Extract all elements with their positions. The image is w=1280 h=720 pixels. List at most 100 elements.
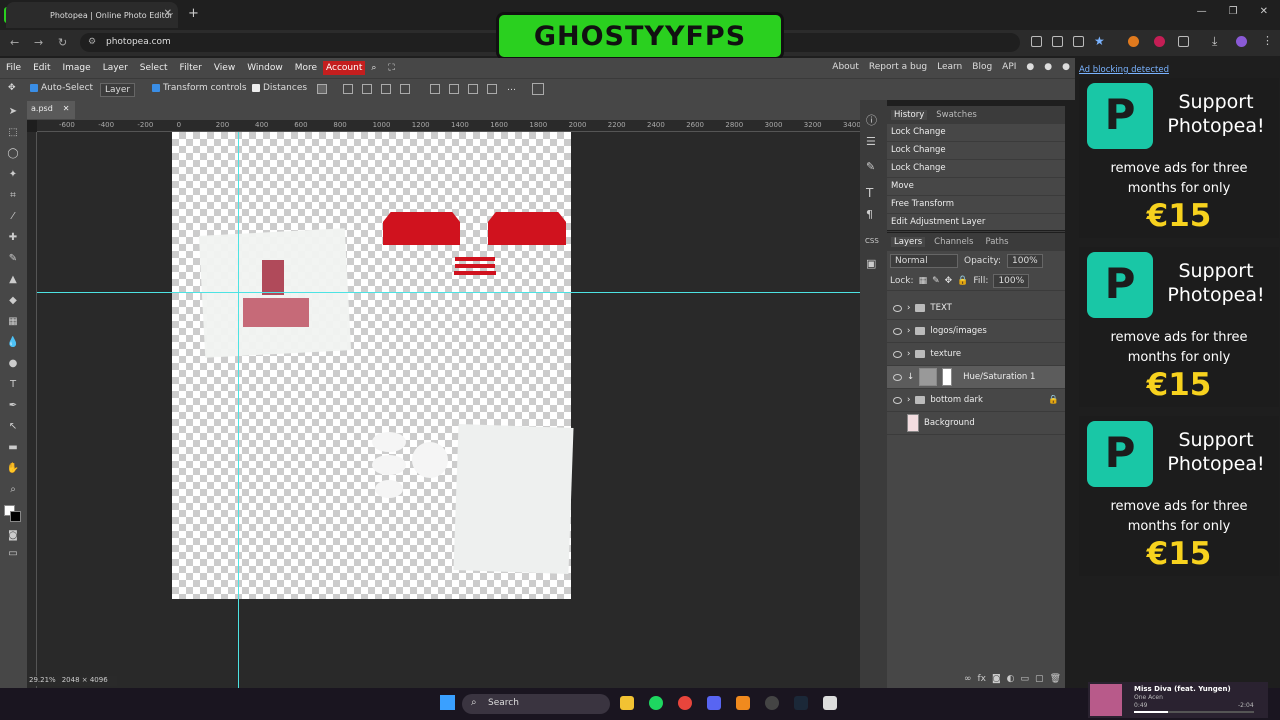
transform-controls-checkbox[interactable]: [152, 84, 160, 92]
lock-transparency-icon[interactable]: ▦: [919, 276, 928, 286]
visibility-icon[interactable]: [893, 304, 902, 312]
grid-icon[interactable]: [532, 83, 544, 95]
tab-paths[interactable]: Paths: [982, 237, 1011, 247]
new-tab-icon[interactable]: +: [188, 6, 199, 21]
healing-brush-icon[interactable]: ✚: [6, 232, 20, 246]
close-window-icon[interactable]: ✕: [1260, 6, 1268, 17]
windows-start-icon[interactable]: [440, 695, 455, 710]
transform-controls-option[interactable]: Transform controls: [152, 83, 247, 93]
eyedropper-icon[interactable]: ⁄: [6, 211, 20, 225]
blur-tool-icon[interactable]: 💧: [6, 337, 20, 351]
mask-thumbnail[interactable]: [942, 368, 953, 386]
gradient-tool-icon[interactable]: ▦: [6, 316, 20, 330]
history-item[interactable]: Move: [887, 178, 1065, 196]
menu-more[interactable]: More: [289, 63, 323, 73]
quick-mask-icon[interactable]: ◙: [6, 530, 20, 544]
link-blog[interactable]: Blog: [972, 62, 992, 72]
ad-banner[interactable]: P Support Photopea! remove ads for three m…: [1079, 416, 1279, 576]
lock-all-icon[interactable]: 🔒: [957, 276, 968, 286]
auto-select-dropdown[interactable]: Layer: [100, 83, 136, 97]
document-canvas[interactable]: [172, 132, 574, 599]
link-report-bug[interactable]: Report a bug: [869, 62, 927, 72]
reddit-icon[interactable]: ●: [1026, 62, 1034, 72]
align-download-icon[interactable]: [317, 84, 327, 94]
menu-kebab-icon[interactable]: ⋮: [1262, 34, 1273, 47]
layer-row-hue-saturation[interactable]: ↓ Hue/Saturation 1: [887, 366, 1065, 389]
install-icon[interactable]: [1073, 36, 1084, 47]
clone-stamp-icon[interactable]: ▲: [6, 274, 20, 288]
minimize-icon[interactable]: —: [1197, 6, 1207, 17]
history-item[interactable]: Lock Change: [887, 160, 1065, 178]
download-icon[interactable]: ⤓: [1212, 34, 1217, 49]
browser-tab[interactable]: Photopea | Online Photo Editor ✕: [6, 2, 178, 28]
layer-row-bottom-dark[interactable]: › bottom dark 🔒: [887, 389, 1065, 412]
distribute-icon[interactable]: [400, 84, 410, 94]
tab-channels[interactable]: Channels: [931, 237, 976, 247]
move-tool-icon[interactable]: ➤: [6, 106, 20, 120]
fill-field[interactable]: 100%: [993, 273, 1030, 288]
app-icon[interactable]: [823, 696, 837, 710]
history-item[interactable]: Free Transform: [887, 196, 1065, 214]
close-icon[interactable]: ✕: [164, 8, 172, 19]
distances-checkbox[interactable]: [252, 84, 260, 92]
menu-view[interactable]: View: [208, 63, 241, 73]
chrome-icon[interactable]: [678, 696, 692, 710]
brush-panel-icon[interactable]: ✎: [866, 160, 875, 173]
link-layers-icon[interactable]: ∞: [964, 674, 972, 684]
align-top-icon[interactable]: [430, 84, 440, 94]
more-options-icon[interactable]: …: [507, 83, 516, 93]
layer-row-logos[interactable]: › logos/images: [887, 320, 1065, 343]
menu-image[interactable]: Image: [57, 63, 97, 73]
history-item[interactable]: Lock Change: [887, 142, 1065, 160]
reload-icon[interactable]: ↻: [58, 36, 67, 49]
image-panel-icon[interactable]: ▣: [866, 257, 876, 270]
taskbar-search[interactable]: Search: [462, 694, 610, 714]
menu-select[interactable]: Select: [134, 63, 174, 73]
visibility-icon[interactable]: [893, 373, 902, 381]
visibility-icon[interactable]: [893, 396, 902, 404]
app-icon[interactable]: [736, 696, 750, 710]
history-item[interactable]: Lock Change: [887, 124, 1065, 142]
extensions-puzzle-icon[interactable]: [1178, 36, 1189, 47]
profile-avatar[interactable]: [1236, 36, 1247, 47]
link-about[interactable]: About: [832, 62, 859, 72]
history-item[interactable]: Edit Adjustment Layer: [887, 214, 1065, 232]
zoom-level[interactable]: 29.21%: [29, 676, 56, 686]
maximize-icon[interactable]: ❐: [1229, 6, 1238, 17]
link-api[interactable]: API: [1002, 62, 1016, 72]
path-select-icon[interactable]: ↖: [6, 421, 20, 435]
chevron-right-icon[interactable]: ›: [907, 395, 910, 405]
auto-select-option[interactable]: Auto-Select: [30, 83, 93, 93]
file-explorer-icon[interactable]: [620, 696, 634, 710]
adjustment-layer-icon[interactable]: ◐: [1007, 674, 1015, 684]
ad-banner[interactable]: P Support Photopea! remove ads for three m…: [1079, 247, 1279, 407]
tab-swatches[interactable]: Swatches: [933, 110, 980, 120]
tab-layers[interactable]: Layers: [891, 237, 926, 247]
ad-banner[interactable]: P Support Photopea! remove ads for three m…: [1079, 78, 1279, 238]
forward-icon[interactable]: →: [34, 36, 43, 49]
link-learn[interactable]: Learn: [937, 62, 962, 72]
document-tab[interactable]: a.psd ✕: [27, 101, 75, 119]
menu-filter[interactable]: Filter: [174, 63, 208, 73]
crop-tool-icon[interactable]: ⌗: [6, 190, 20, 204]
chevron-right-icon[interactable]: ›: [907, 326, 910, 336]
align-right-icon[interactable]: [381, 84, 391, 94]
opacity-field[interactable]: 100%: [1007, 254, 1043, 268]
type-tool-icon[interactable]: T: [6, 379, 20, 393]
new-group-icon[interactable]: ▭: [1021, 674, 1030, 684]
dodge-tool-icon[interactable]: ●: [6, 358, 20, 372]
lock-pixels-icon[interactable]: ✎: [932, 276, 940, 286]
screen-mode-icon[interactable]: ▭: [6, 548, 20, 562]
adjustments-icon[interactable]: ☰: [866, 135, 876, 148]
add-mask-icon[interactable]: ◙: [992, 674, 1001, 684]
account-button[interactable]: Account: [323, 61, 366, 75]
new-layer-icon[interactable]: ▢: [1035, 674, 1044, 684]
guide-line-vertical[interactable]: [238, 132, 239, 688]
visibility-icon[interactable]: [893, 350, 902, 358]
shape-tool-icon[interactable]: ▬: [6, 442, 20, 456]
screenshot-icon[interactable]: [1031, 36, 1042, 47]
bookmark-star-icon[interactable]: ★: [1094, 34, 1105, 48]
visibility-icon[interactable]: [893, 327, 902, 335]
extension-icon[interactable]: [1128, 36, 1139, 47]
layer-row-background[interactable]: Background: [887, 412, 1065, 435]
